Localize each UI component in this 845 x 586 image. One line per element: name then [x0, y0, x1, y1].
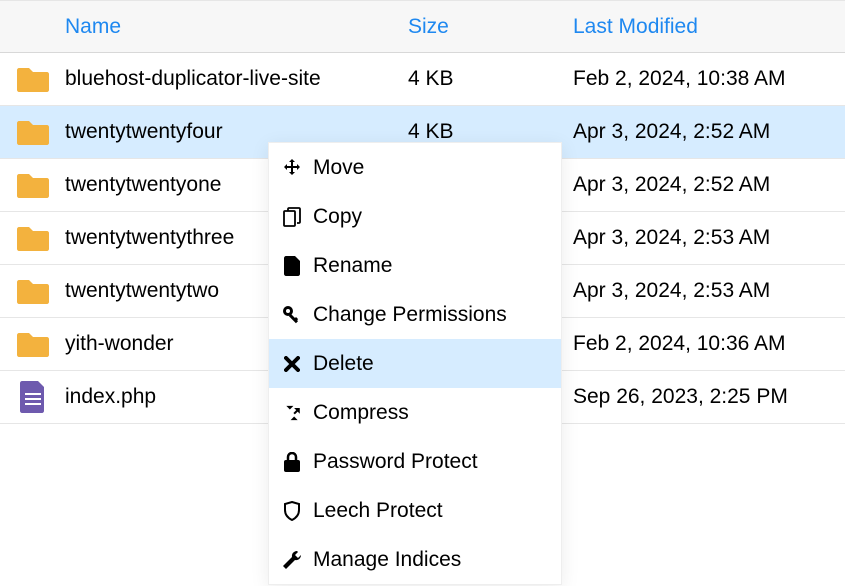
- menu-manage-indices[interactable]: Manage Indices: [269, 535, 561, 584]
- file-name: twentytwentyfour: [65, 120, 400, 144]
- key-icon: [281, 305, 303, 325]
- copy-icon: [281, 207, 303, 227]
- file-modified: Apr 3, 2024, 2:52 AM: [565, 120, 840, 144]
- file-modified: Feb 2, 2024, 10:38 AM: [565, 67, 840, 91]
- menu-delete[interactable]: Delete: [269, 339, 561, 388]
- menu-label: Move: [313, 156, 364, 180]
- lock-icon: [281, 452, 303, 472]
- menu-leech-protect[interactable]: Leech Protect: [269, 486, 561, 535]
- compress-icon: [281, 404, 303, 422]
- file-modified: Apr 3, 2024, 2:53 AM: [565, 279, 840, 303]
- menu-compress[interactable]: Compress: [269, 388, 561, 437]
- menu-label: Password Protect: [313, 450, 478, 474]
- table-row[interactable]: bluehost-duplicator-live-site 4 KB Feb 2…: [0, 53, 845, 106]
- move-icon: [281, 159, 303, 177]
- folder-icon: [0, 331, 65, 357]
- context-menu: Move Copy Rename Change Permissions Dele…: [268, 142, 562, 585]
- folder-icon: [0, 66, 65, 92]
- header-modified[interactable]: Last Modified: [565, 15, 840, 39]
- folder-icon: [0, 225, 65, 251]
- file-name: bluehost-duplicator-live-site: [65, 67, 400, 91]
- wrench-icon: [281, 550, 303, 570]
- folder-icon: [0, 119, 65, 145]
- header-name[interactable]: Name: [65, 15, 400, 39]
- file-modified: Feb 2, 2024, 10:36 AM: [565, 332, 840, 356]
- header-size[interactable]: Size: [400, 15, 565, 39]
- menu-label: Compress: [313, 401, 409, 425]
- file-size: 4 KB: [400, 120, 565, 144]
- menu-label: Rename: [313, 254, 392, 278]
- file-modified: Apr 3, 2024, 2:52 AM: [565, 173, 840, 197]
- menu-rename[interactable]: Rename: [269, 241, 561, 290]
- folder-icon: [0, 278, 65, 304]
- file-modified: Sep 26, 2023, 2:25 PM: [565, 385, 840, 409]
- table-header: Name Size Last Modified: [0, 0, 845, 53]
- menu-change-permissions[interactable]: Change Permissions: [269, 290, 561, 339]
- folder-icon: [0, 172, 65, 198]
- menu-move[interactable]: Move: [269, 143, 561, 192]
- menu-label: Copy: [313, 205, 362, 229]
- file-icon: [0, 381, 65, 413]
- menu-copy[interactable]: Copy: [269, 192, 561, 241]
- menu-label: Delete: [313, 352, 374, 376]
- file-size: 4 KB: [400, 67, 565, 91]
- rename-icon: [281, 256, 303, 276]
- shield-icon: [281, 501, 303, 521]
- menu-label: Manage Indices: [313, 548, 461, 572]
- file-modified: Apr 3, 2024, 2:53 AM: [565, 226, 840, 250]
- menu-label: Leech Protect: [313, 499, 443, 523]
- menu-label: Change Permissions: [313, 303, 507, 327]
- delete-icon: [281, 356, 303, 372]
- menu-password-protect[interactable]: Password Protect: [269, 437, 561, 486]
